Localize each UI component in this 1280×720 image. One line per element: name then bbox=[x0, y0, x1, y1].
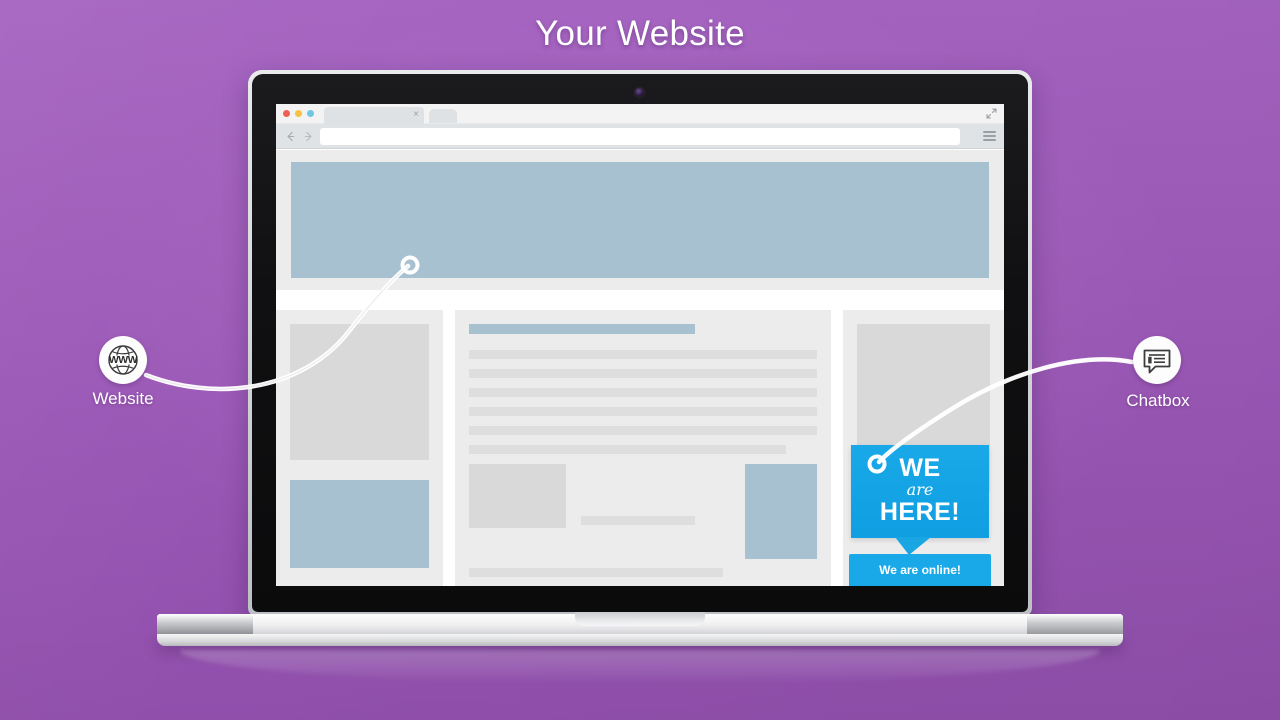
text-line bbox=[469, 350, 817, 359]
globe-www-icon: WWW bbox=[108, 345, 138, 375]
placeholder-image bbox=[290, 324, 429, 460]
text-block-bottom bbox=[469, 568, 724, 586]
hero-section bbox=[276, 150, 1004, 290]
laptop-illustration: × WE are HERE! We are online! bbox=[0, 0, 1280, 720]
text-block bbox=[469, 350, 817, 454]
chat-callout[interactable]: WE are HERE! bbox=[851, 444, 989, 556]
laptop-base-left-edge bbox=[157, 614, 253, 636]
hamburger-menu-icon[interactable] bbox=[983, 131, 996, 142]
laptop-base-top bbox=[157, 612, 1123, 636]
media-row bbox=[469, 464, 817, 559]
sidebar-left bbox=[276, 310, 443, 586]
placeholder-image-accent bbox=[745, 464, 817, 559]
window-minimize-icon[interactable] bbox=[295, 110, 302, 117]
url-input[interactable] bbox=[320, 128, 960, 145]
arrow-right-icon[interactable] bbox=[302, 130, 315, 143]
placeholder-image-accent bbox=[290, 480, 429, 568]
text-line bbox=[469, 445, 786, 454]
arrow-left-icon[interactable] bbox=[284, 130, 297, 143]
laptop-reflection bbox=[180, 650, 1100, 684]
main-content bbox=[455, 310, 831, 586]
window-close-icon[interactable] bbox=[283, 110, 290, 117]
chat-bubble-icon bbox=[1143, 349, 1171, 374]
laptop-base-notch bbox=[575, 612, 705, 626]
laptop-base-bottom bbox=[157, 634, 1123, 646]
window-maximize-icon[interactable] bbox=[307, 110, 314, 117]
text-line bbox=[469, 369, 817, 378]
callout-label-chatbox: Chatbox bbox=[1126, 391, 1190, 410]
svg-text:WWW: WWW bbox=[109, 354, 138, 366]
callout-label-website: Website bbox=[92, 389, 154, 408]
new-tab-button[interactable] bbox=[429, 109, 457, 123]
tab-close-icon[interactable]: × bbox=[413, 110, 419, 120]
browser-toolbar bbox=[276, 124, 1004, 149]
text-line bbox=[469, 568, 724, 577]
callout-badge-chatbox[interactable] bbox=[1133, 336, 1181, 384]
placeholder-image bbox=[469, 464, 566, 528]
caption-line bbox=[581, 516, 695, 525]
text-line bbox=[469, 407, 817, 416]
chat-line-we: WE bbox=[899, 453, 941, 482]
callout-badge-website[interactable]: WWW bbox=[99, 336, 147, 384]
sidebar-right: WE are HERE! We are online! bbox=[843, 310, 1004, 586]
text-line bbox=[469, 388, 817, 397]
chat-status-wrapper[interactable]: We are online! bbox=[849, 554, 991, 586]
chat-line-here: HERE! bbox=[879, 498, 961, 526]
text-line bbox=[469, 426, 817, 435]
browser-window: × WE are HERE! We are online! bbox=[276, 104, 1004, 586]
content-title-bar bbox=[469, 324, 696, 334]
website-wireframe: WE are HERE! We are online! bbox=[276, 150, 1004, 586]
content-row: WE are HERE! We are online! bbox=[276, 310, 1004, 586]
browser-tabbar: × bbox=[276, 104, 1004, 124]
laptop-base-right-edge bbox=[1027, 614, 1123, 636]
browser-tab[interactable]: × bbox=[324, 107, 424, 124]
laptop-base bbox=[157, 612, 1123, 650]
hero-banner bbox=[291, 162, 989, 278]
webcam-icon bbox=[635, 88, 644, 97]
expand-arrows-icon[interactable] bbox=[985, 107, 998, 120]
chat-status-bar[interactable]: We are online! bbox=[849, 554, 991, 586]
browser-chrome: × bbox=[276, 104, 1004, 149]
chat-bubble[interactable]: WE are HERE! bbox=[851, 444, 989, 556]
chat-line-are: are bbox=[906, 479, 934, 499]
